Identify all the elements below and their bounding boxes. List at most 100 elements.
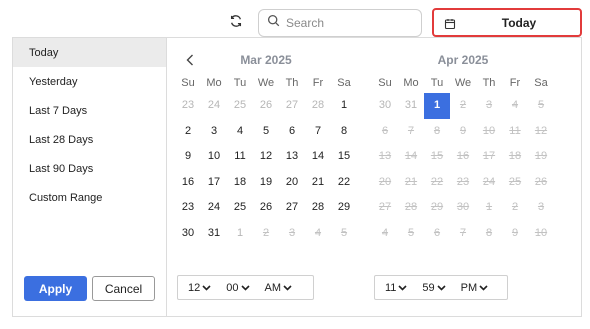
weekday-label: Tu [233, 77, 247, 89]
day-cell[interactable]: 12 [253, 144, 279, 170]
day-cell[interactable]: 23 [175, 93, 201, 119]
month-title: Mar 2025 [240, 53, 292, 67]
day-cell[interactable]: 17 [201, 170, 227, 196]
start-hour-select[interactable]: 12 [188, 282, 211, 294]
preset-item[interactable]: Yesterday [13, 67, 166, 96]
day-cell[interactable]: 23 [175, 195, 201, 221]
day-cell[interactable]: 8 [331, 119, 357, 145]
selected-day-cell[interactable]: 1 [424, 93, 450, 119]
refresh-icon[interactable] [226, 11, 246, 31]
start-ampm-select[interactable]: AM [265, 282, 293, 294]
weekday-label: Mo [403, 77, 419, 89]
day-cell: 3 [288, 226, 296, 239]
day-cell[interactable]: 20 [279, 170, 305, 196]
cancel-button[interactable]: Cancel [92, 276, 155, 301]
search-input[interactable] [286, 16, 416, 30]
day-cell: 20 [378, 175, 392, 188]
day-cell: 7 [459, 226, 467, 239]
day-cell: 2 [511, 201, 519, 213]
preset-item[interactable]: Custom Range [13, 183, 166, 212]
day-cell[interactable]: 15 [331, 144, 357, 170]
preset-list: Today Yesterday Last 7 Days Last 28 Days Las… [13, 38, 166, 212]
day-cell: 22 [430, 175, 444, 188]
day-cell[interactable]: 29 [331, 195, 357, 221]
day-cell: 3 [485, 99, 493, 111]
end-minute-select[interactable]: 59 [422, 282, 446, 294]
day-cell[interactable]: 27 [279, 93, 305, 119]
day-cell[interactable]: 26 [253, 93, 279, 119]
day-cell[interactable]: 13 [279, 144, 305, 170]
preset-item[interactable]: Today [13, 38, 166, 67]
day-cell[interactable]: 26 [253, 195, 279, 221]
chevron-down-icon [202, 284, 211, 291]
chevron-left-icon[interactable] [183, 50, 197, 70]
month-header: Mar 2025 [175, 50, 357, 70]
day-cell[interactable]: 30 [175, 221, 201, 247]
day-cell[interactable]: 24 [201, 93, 227, 119]
day-cell[interactable]: 4 [227, 119, 253, 145]
minute-value: 00 [226, 281, 239, 294]
day-cell[interactable]: 1 [331, 93, 357, 119]
day-cell: 30 [456, 201, 470, 213]
chevron-down-icon [479, 284, 488, 291]
day-cell[interactable]: 18 [227, 170, 253, 196]
preset-sidebar: Today Yesterday Last 7 Days Last 28 Days Las… [13, 38, 167, 316]
day-cell[interactable]: 31 [201, 221, 227, 247]
day-cell: 17 [482, 150, 496, 162]
day-cell: 11 [509, 124, 521, 137]
day-cell[interactable]: 9 [175, 144, 201, 170]
day-grid: Su Mo Tu We Th Fr Sa 23 24 25 26 27 28 1 2 3 4 5 6 7 8 9 10 11 1… [175, 73, 357, 246]
end-hour-select[interactable]: 11 [385, 282, 407, 294]
day-cell: 24 [482, 175, 496, 188]
day-cell[interactable]: 19 [253, 170, 279, 196]
chevron-down-icon [240, 284, 250, 291]
day-cell[interactable]: 1 [227, 221, 253, 247]
day-cell[interactable]: 6 [279, 119, 305, 145]
day-cell: 6 [433, 226, 441, 239]
day-cell: 3 [537, 201, 545, 213]
day-cell[interactable]: 14 [305, 144, 331, 170]
day-cell[interactable]: 11 [227, 144, 253, 170]
day-cell: 9 [459, 124, 467, 137]
chevron-down-icon [437, 284, 446, 291]
preset-item[interactable]: Last 90 Days [13, 154, 166, 183]
day-cell[interactable]: 24 [201, 195, 227, 221]
day-cell: 4 [314, 226, 322, 239]
day-cell[interactable]: 7 [305, 119, 331, 145]
day-cell: 15 [430, 150, 444, 162]
day-cell[interactable]: 25 [227, 195, 253, 221]
day-cell[interactable]: 28 [305, 93, 331, 119]
search-box[interactable] [258, 9, 422, 37]
end-ampm-select[interactable]: PM [461, 282, 489, 294]
preset-item[interactable]: Last 7 Days [13, 96, 166, 125]
day-cell[interactable]: 21 [305, 170, 331, 196]
day-cell[interactable]: 30 [372, 93, 398, 119]
weekday-label: Fr [509, 77, 521, 89]
preset-item[interactable]: Last 28 Days [13, 125, 166, 154]
day-cell: 10 [482, 124, 496, 137]
day-cell[interactable]: 31 [398, 93, 424, 119]
day-cell[interactable]: 5 [253, 119, 279, 145]
day-cell: 16 [456, 150, 470, 162]
hour-value: 12 [188, 281, 201, 294]
weekday-label: Fr [312, 77, 324, 89]
day-cell[interactable]: 2 [175, 119, 201, 145]
day-cell[interactable]: 16 [175, 170, 201, 196]
weekday-label: We [257, 77, 275, 89]
weekday-label: Su [378, 77, 392, 89]
day-cell[interactable]: 27 [279, 195, 305, 221]
weekday-label: Th [285, 77, 299, 89]
start-minute-select[interactable]: 00 [226, 281, 250, 294]
day-cell: 5 [340, 226, 348, 239]
day-cell[interactable]: 10 [201, 144, 227, 170]
apply-button[interactable]: Apply [24, 276, 87, 301]
day-cell: 21 [404, 175, 418, 188]
day-cell: 4 [511, 99, 519, 111]
day-cell[interactable]: 22 [331, 170, 357, 196]
day-cell[interactable]: 3 [201, 119, 227, 145]
day-cell: 1 [485, 201, 493, 213]
day-cell: 29 [430, 201, 444, 213]
date-range-button[interactable]: Today [432, 8, 582, 37]
day-cell[interactable]: 28 [305, 195, 331, 221]
day-cell[interactable]: 25 [227, 93, 253, 119]
